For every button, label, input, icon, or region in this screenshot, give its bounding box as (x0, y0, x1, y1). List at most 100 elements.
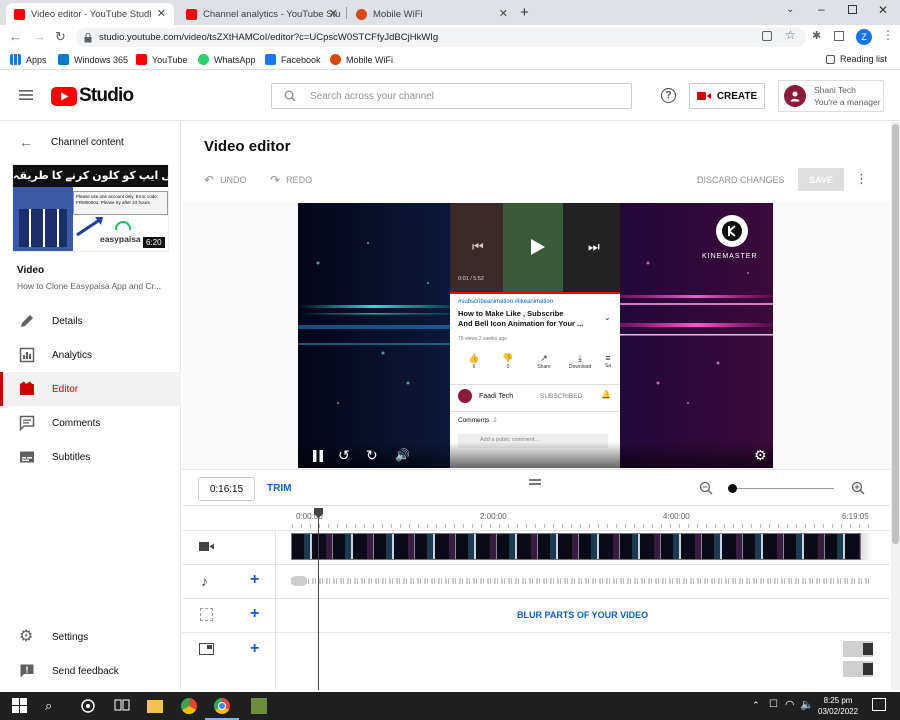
end-screen-icon (199, 643, 214, 655)
discard-changes-button[interactable]: DISCARD CHANGES (697, 175, 785, 185)
add-audio-button[interactable]: + (250, 571, 259, 589)
bookmark-mobile-wifi[interactable]: Mobile WiFi (330, 54, 393, 65)
divider (450, 384, 620, 385)
browser-tab-video-editor[interactable]: Video editor - YouTube Studi ✕ (6, 3, 174, 25)
back-arrow-icon[interactable]: ← (9, 29, 22, 44)
studio-logo[interactable]: Studio (51, 85, 134, 107)
hamburger-menu-icon[interactable] (19, 89, 33, 101)
pause-icon[interactable] (312, 449, 324, 463)
volume-icon[interactable]: 🔊 (395, 448, 410, 462)
playhead-line[interactable] (318, 510, 319, 690)
sidebar-item-settings[interactable]: ⚙ Settings (0, 620, 181, 654)
new-tab-icon[interactable]: + (520, 4, 529, 21)
safari-compass-icon[interactable] (181, 698, 197, 714)
video-filmstrip[interactable] (291, 533, 861, 560)
wifi-icon[interactable]: ◠ (785, 698, 795, 711)
divider (450, 411, 620, 412)
browser-tab-mobile-wifi[interactable]: Mobile WiFi ✕ (348, 3, 516, 25)
error-popup: Please use one account only. Error code:… (73, 191, 168, 215)
bookmark-windows-365[interactable]: Windows 365 (58, 54, 128, 65)
channel-search-input[interactable]: Search across your channel (271, 83, 632, 109)
easypaisa-logo (109, 219, 137, 235)
tab-search-icon[interactable]: ⌄ (786, 4, 794, 15)
create-button[interactable]: CREATE (689, 83, 765, 109)
sidebar-item-editor[interactable]: Editor (0, 372, 181, 406)
save-button[interactable]: SAVE (798, 168, 844, 191)
trim-button[interactable]: TRIM (267, 483, 291, 494)
undo-button[interactable]: ↶ UNDO (204, 173, 247, 187)
sidebar-item-subtitles[interactable]: Subtitles (0, 440, 181, 474)
file-explorer-icon[interactable] (147, 700, 163, 713)
more-options-icon[interactable]: ⋮ (855, 171, 868, 187)
sidebar-item-details[interactable]: Details (0, 304, 181, 338)
rewind-icon[interactable]: ↺ (338, 447, 350, 464)
current-time-display[interactable]: 0:16:15 (198, 477, 255, 501)
search-icon[interactable]: ⌕ (45, 698, 61, 714)
show-hidden-icons[interactable]: ⌃ (752, 700, 760, 711)
close-tab-icon[interactable]: ✕ (329, 7, 338, 20)
video-thumbnail[interactable]: بڑی ہی ایپ کو کلون کرنے کا طریقہ Please … (12, 164, 169, 252)
sidebar-item-send-feedback[interactable]: Send feedback (0, 654, 181, 688)
zoom-slider-track[interactable] (732, 488, 834, 489)
app-grid (19, 209, 67, 247)
close-tab-icon[interactable]: ✕ (499, 7, 508, 20)
help-icon[interactable]: ? (661, 88, 676, 103)
windows-start-icon[interactable] (12, 698, 28, 714)
network-icon[interactable]: ☐ (769, 699, 778, 710)
settings-gear-icon[interactable]: ⚙ (754, 447, 767, 464)
multitask-icon[interactable] (114, 698, 130, 714)
whatsapp-icon (198, 54, 209, 65)
reading-mode-icon[interactable] (834, 31, 844, 41)
like-action: 👍 6 (458, 353, 490, 370)
install-app-icon[interactable] (762, 31, 772, 41)
reading-list-button[interactable]: Reading list (826, 54, 887, 64)
end-screen-element-subscribe[interactable] (843, 641, 873, 657)
easypaisa-logo-icon (115, 221, 131, 230)
zoom-out-icon[interactable] (699, 481, 713, 495)
add-end-screen-button[interactable]: + (250, 640, 259, 658)
play-icon[interactable] (527, 237, 547, 257)
taskbar-app-icon[interactable] (251, 698, 267, 714)
redo-button[interactable]: ↷ REDO (270, 173, 312, 187)
taskbar-clock[interactable]: 8:25 pm 03/02/2022 (818, 695, 858, 717)
bookmark-facebook[interactable]: Facebook (265, 54, 321, 65)
notifications-icon[interactable] (872, 698, 886, 711)
close-window-icon[interactable]: ✕ (878, 3, 888, 17)
task-view-icon[interactable] (80, 698, 96, 714)
back-arrow-icon[interactable]: ← (19, 134, 33, 150)
minimize-window-icon[interactable]: – (818, 2, 825, 16)
blur-parts-button[interactable]: BLUR PARTS OF YOUR VIDEO (517, 610, 648, 620)
extensions-icon[interactable]: ✱ (812, 29, 821, 42)
browser-tab-channel-analytics[interactable]: Channel analytics - YouTube Stu ✕ (178, 3, 346, 25)
forward-arrow-icon[interactable]: → (33, 29, 46, 44)
profile-avatar[interactable]: Z (856, 29, 872, 45)
zoom-in-icon[interactable] (851, 481, 865, 495)
add-blur-button[interactable]: + (250, 605, 259, 623)
address-bar[interactable]: studio.youtube.com/video/tsZXtHAMCoI/edi… (76, 28, 806, 47)
maximize-window-icon[interactable] (848, 5, 857, 14)
sidebar-item-analytics[interactable]: Analytics (0, 338, 181, 372)
fast-forward-icon[interactable]: ↻ (366, 447, 378, 464)
end-screen-element-video[interactable] (843, 661, 873, 677)
sidebar: ← Channel content بڑی ہی ایپ کو کلون کرن… (0, 122, 181, 690)
speaker-icon[interactable]: 🔈 (800, 698, 814, 711)
bookmark-star-icon[interactable]: ☆ (785, 28, 796, 42)
reload-icon[interactable]: ↻ (55, 29, 66, 45)
bookmark-apps[interactable]: Apps (10, 54, 47, 65)
video-player[interactable]: ⏮ ⏭ 0:01 / 5:52 KINEMASTER #subscribeani… (298, 203, 773, 468)
zoom-slider-thumb[interactable] (728, 484, 737, 493)
bookmark-whatsapp[interactable]: WhatsApp (198, 54, 256, 65)
account-switcher[interactable]: Shani Tech You're a manager (778, 80, 884, 112)
close-tab-icon[interactable]: ✕ (157, 7, 166, 20)
end-screen-track-row (182, 632, 890, 690)
youtube-favicon-icon (14, 8, 25, 20)
scrollbar-thumb[interactable] (892, 124, 899, 544)
timeline-resize-handle[interactable] (529, 479, 541, 485)
video-label: Video (17, 265, 45, 276)
sidebar-item-comments[interactable]: Comments (0, 406, 181, 440)
studio-header: Studio Search across your channel ? CREA… (0, 71, 900, 121)
channel-content-link[interactable]: Channel content (51, 137, 124, 148)
bookmark-youtube[interactable]: YouTube (136, 54, 187, 65)
chrome-icon[interactable] (214, 698, 230, 714)
chrome-menu-icon[interactable]: ⋮ (882, 28, 894, 42)
